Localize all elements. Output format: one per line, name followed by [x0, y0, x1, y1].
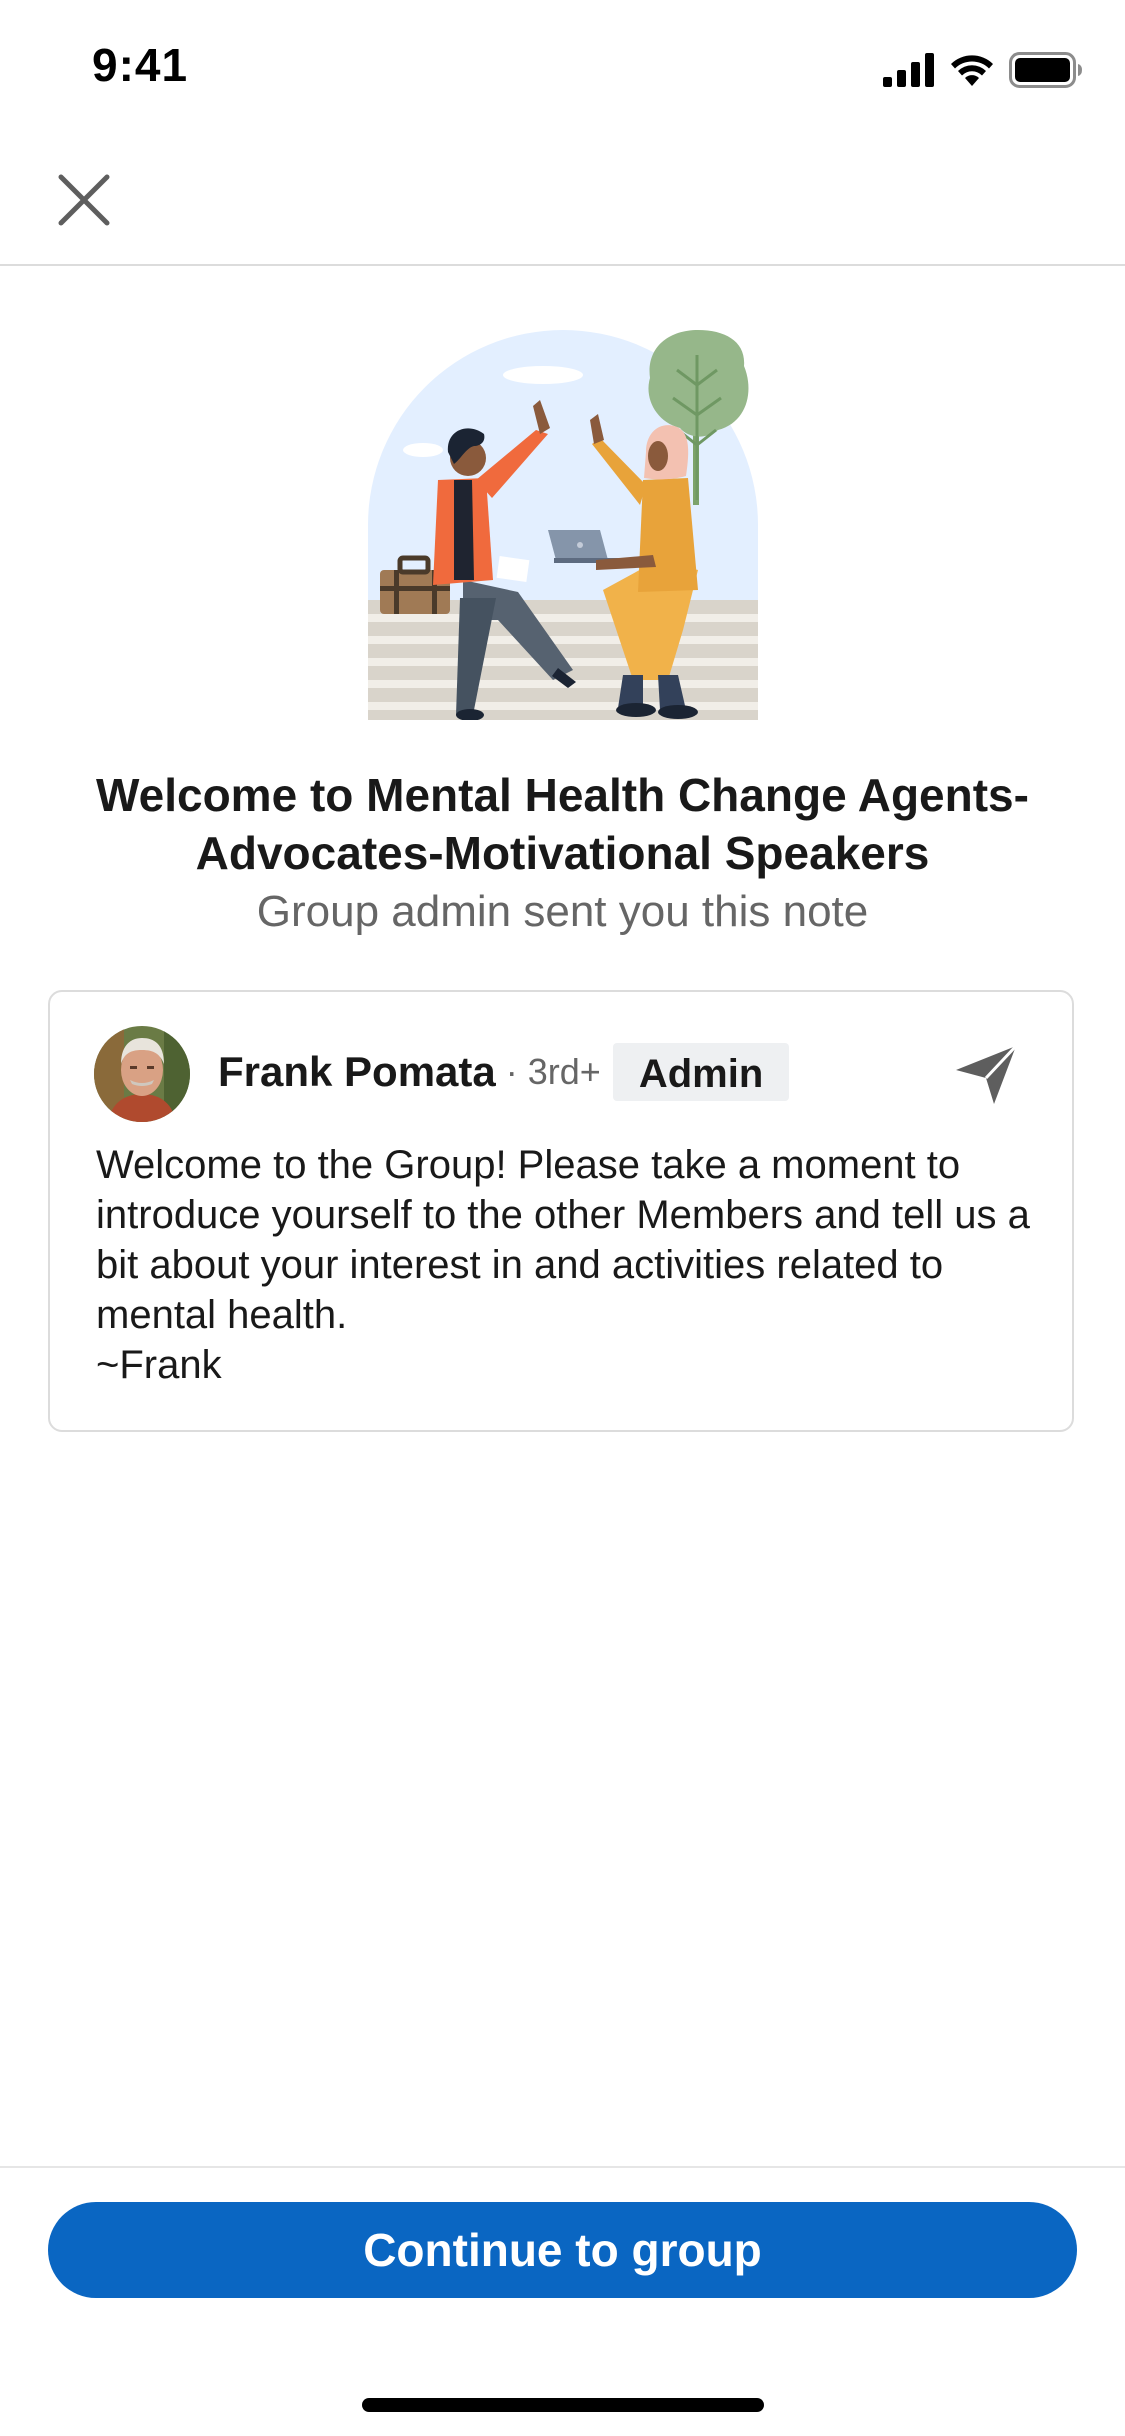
note-message: Welcome to the Group! Please take a mome…: [96, 1143, 1030, 1387]
status-bar: 9:41: [0, 0, 1125, 140]
status-time: 9:41: [92, 39, 189, 91]
connection-degree: · 3rd+: [505, 1051, 601, 1092]
welcome-subtitle: Group admin sent you this note: [256, 887, 869, 936]
people-high-five-illustration: [368, 330, 758, 720]
home-indicator[interactable]: [362, 2398, 764, 2412]
continue-to-group-button[interactable]: Continue to group: [48, 2202, 1077, 2298]
cellular-signal-icon: [883, 53, 934, 87]
wifi-icon: [951, 55, 993, 86]
close-icon[interactable]: [57, 173, 111, 227]
author-name[interactable]: Frank Pomata: [218, 1048, 496, 1096]
send-icon[interactable]: [950, 1038, 1022, 1110]
send-message-button[interactable]: [950, 1038, 1022, 1110]
battery-icon: [1009, 52, 1082, 88]
close-button[interactable]: [48, 164, 120, 236]
admin-badge: Admin: [612, 1043, 790, 1101]
welcome-title: Welcome to Mental Health Change Agents-A…: [96, 769, 1029, 879]
bottom-divider: [0, 2166, 1125, 2168]
top-bar: [0, 140, 1125, 266]
admin-note-card: Frank Pomata · 3rd+ Admin Welcome to the…: [48, 990, 1074, 1432]
avatar-image: [94, 1026, 190, 1122]
avatar[interactable]: [94, 1026, 190, 1122]
status-icons: [883, 48, 1083, 92]
author-row: Frank Pomata · 3rd+ Admin: [218, 1042, 790, 1102]
